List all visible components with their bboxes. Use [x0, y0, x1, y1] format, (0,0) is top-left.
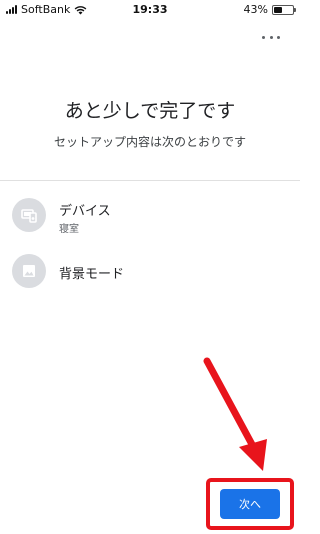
status-bar: SoftBank 19:33 43% [0, 0, 300, 18]
image-icon [12, 254, 46, 288]
setting-item-ambient-mode: 背景モード [12, 254, 292, 294]
status-right: 43% [243, 3, 296, 16]
divider [0, 180, 300, 181]
battery-percent: 43% [243, 3, 268, 16]
more-options-button[interactable] [262, 30, 280, 44]
setting-label: デバイス [59, 204, 111, 219]
battery-icon [272, 4, 296, 15]
device-speaker-icon [12, 198, 46, 232]
battery-level [274, 6, 282, 13]
next-button[interactable]: 次へ [220, 489, 280, 519]
page-subtitle: セットアップ内容は次のとおりです [53, 135, 246, 149]
setting-item-device: デバイス 寝室 [12, 198, 292, 238]
setting-label: 背景モード [59, 267, 125, 282]
more-horiz-icon [262, 35, 265, 39]
page-title: あと少しで完了です [64, 100, 236, 122]
annotation-arrow-icon [203, 357, 267, 471]
setting-sublabel: 寝室 [59, 224, 79, 235]
